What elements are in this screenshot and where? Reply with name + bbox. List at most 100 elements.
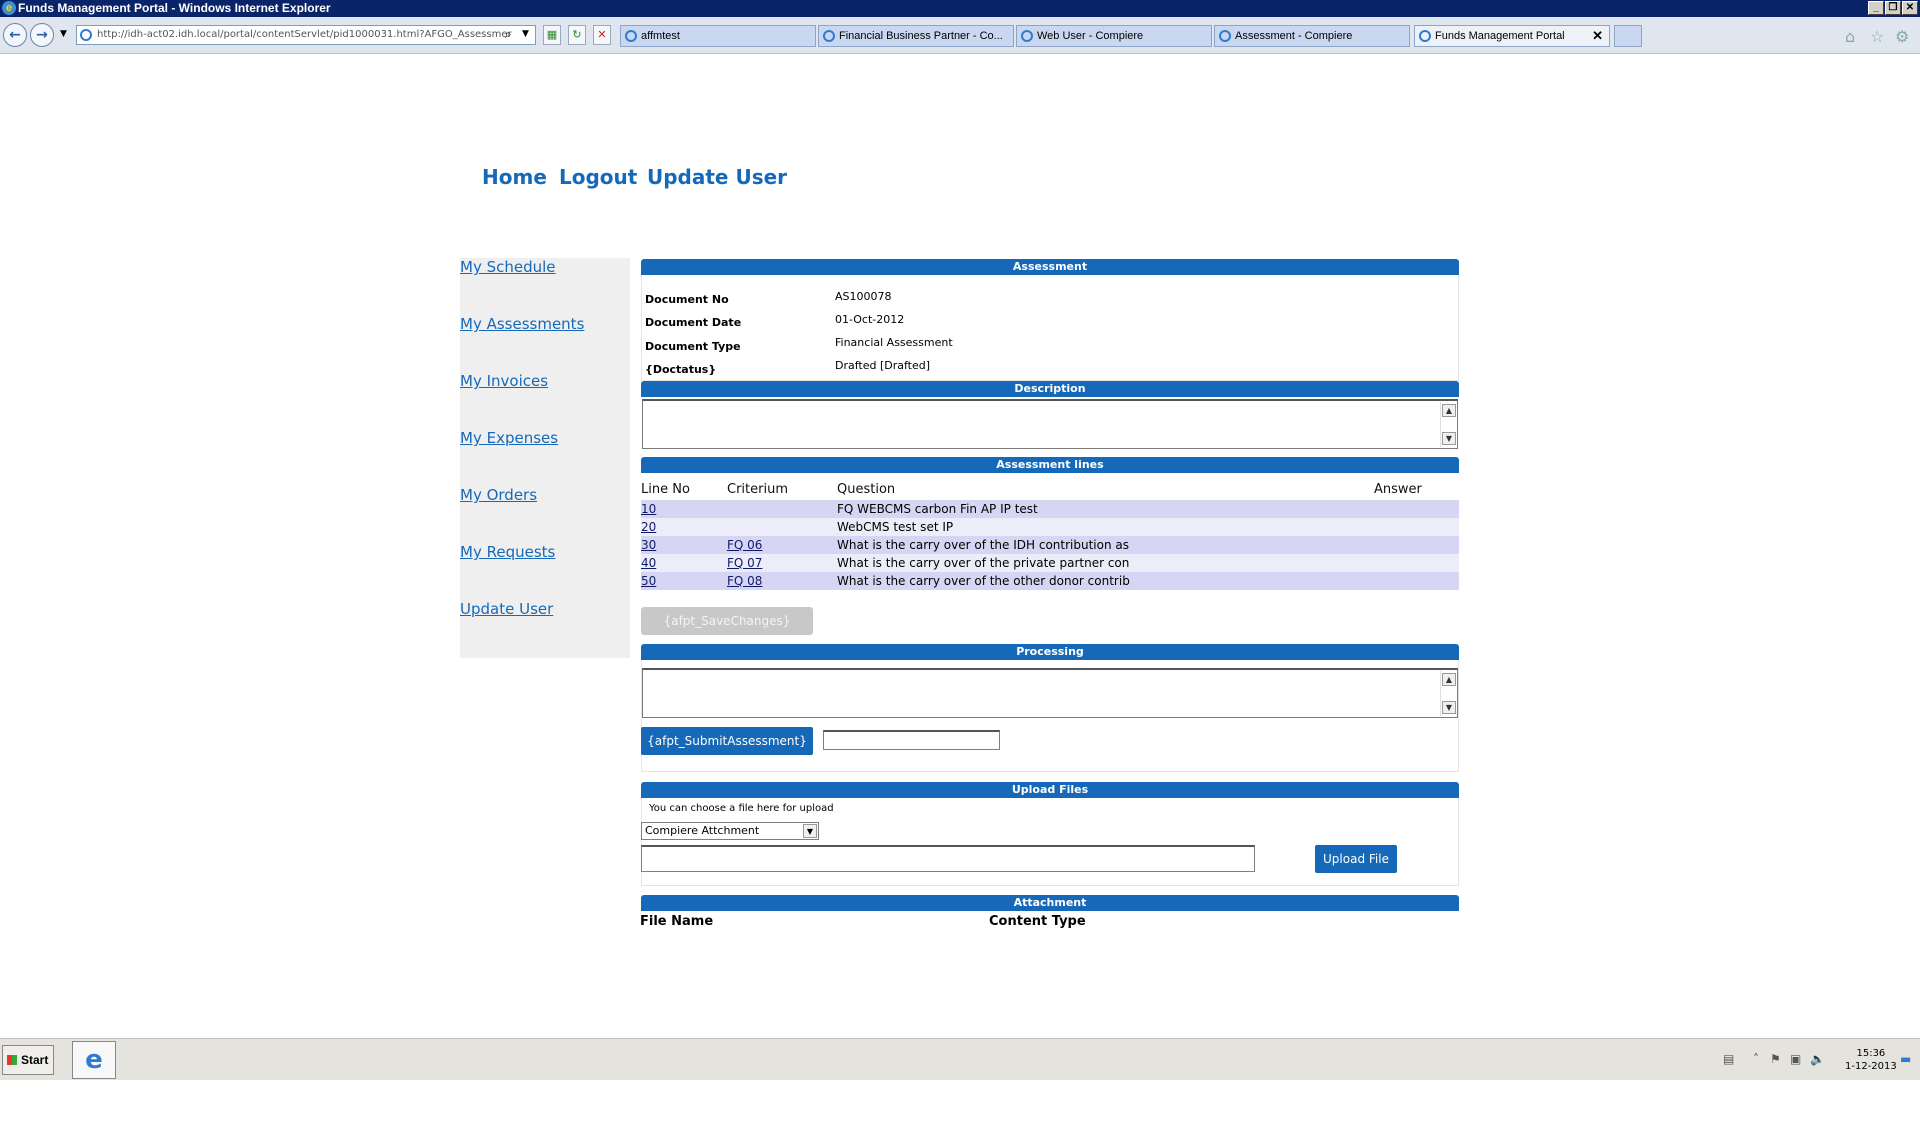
- browser-tab-affmtest[interactable]: affmtest: [620, 25, 816, 47]
- criterium-link[interactable]: FQ 08: [727, 572, 762, 590]
- col-header-line-no: Line No: [641, 482, 690, 497]
- clock[interactable]: 15:36 1-12-2013: [1845, 1047, 1897, 1073]
- windows-logo-icon: [7, 1055, 17, 1065]
- browser-tab-funds-management[interactable]: Funds Management Portal ✕: [1414, 25, 1610, 47]
- history-dropdown-icon[interactable]: ▼: [60, 29, 67, 39]
- field-value-document-date: 01-Oct-2012: [835, 313, 905, 326]
- tab-page-icon: [823, 30, 835, 42]
- scroll-down-icon[interactable]: ▼: [1442, 701, 1456, 714]
- nav-home[interactable]: Home: [482, 165, 547, 189]
- attachment-header: Attachment: [641, 895, 1459, 911]
- nav-update-user[interactable]: Update User: [647, 165, 787, 189]
- start-button[interactable]: Start: [2, 1045, 54, 1075]
- submit-assessment-button[interactable]: {afpt_SubmitAssessment}: [641, 727, 813, 755]
- question-text: FQ WEBCMS carbon Fin AP IP test: [837, 502, 1038, 516]
- table-row: 10 FQ WEBCMS carbon Fin AP IP test: [641, 500, 1459, 518]
- address-bar[interactable]: http://idh-act02.idh.local/portal/conten…: [76, 25, 536, 45]
- address-dropdown-icon[interactable]: ▼: [522, 29, 529, 39]
- line-no-link[interactable]: 20: [641, 518, 656, 536]
- tab-page-icon: [1419, 30, 1431, 42]
- file-path-input[interactable]: [641, 845, 1255, 872]
- close-window-icon[interactable]: ✕: [1902, 1, 1918, 15]
- tab-page-icon: [1219, 30, 1231, 42]
- line-no-link[interactable]: 50: [641, 572, 656, 590]
- field-label-document-type: Document Type: [645, 340, 741, 353]
- browser-tab-assessment[interactable]: Assessment - Compiere: [1214, 25, 1410, 47]
- action-center-flag-icon[interactable]: ⚑: [1770, 1052, 1781, 1066]
- assessment-lines-header: Assessment lines: [641, 457, 1459, 473]
- tools-gear-icon[interactable]: ⚙: [1895, 27, 1909, 46]
- taskbar: Start e ▤ ˄ ⚑ ▣ 🔈 15:36 1-12-2013 ▬: [0, 1038, 1920, 1080]
- home-icon[interactable]: ⌂: [1845, 27, 1855, 46]
- browser-toolbar: ← → ▼ http://idh-act02.idh.local/portal/…: [0, 17, 1920, 54]
- chevron-down-icon[interactable]: ▼: [803, 824, 817, 838]
- field-value-doc-status: Drafted [Drafted]: [835, 359, 931, 372]
- clock-date: 1-12-2013: [1845, 1061, 1897, 1072]
- line-no-link[interactable]: 30: [641, 536, 656, 554]
- tab-label: Web User - Compiere: [1037, 30, 1144, 42]
- processing-textarea[interactable]: ▲ ▼: [642, 668, 1458, 718]
- line-no-link[interactable]: 40: [641, 554, 656, 572]
- col-header-question: Question: [837, 482, 896, 497]
- line-no-link[interactable]: 10: [641, 500, 656, 518]
- sidebar-item-my-assessments[interactable]: My Assessments: [460, 315, 584, 333]
- criterium-link[interactable]: FQ 07: [727, 554, 762, 572]
- printer-icon[interactable]: ▤: [1723, 1052, 1734, 1066]
- sidebar-item-update-user[interactable]: Update User: [460, 600, 553, 618]
- field-label-doc-status: {Doctatus}: [645, 363, 717, 376]
- show-desktop-icon[interactable]: ▬: [1900, 1052, 1911, 1066]
- window-title: Funds Management Portal - Windows Intern…: [18, 1, 331, 15]
- save-changes-button[interactable]: {afpt_SaveChanges}: [641, 607, 813, 635]
- processing-scrollbar[interactable]: ▲ ▼: [1440, 671, 1456, 716]
- table-row: 20 WebCMS test set IP: [641, 518, 1459, 536]
- question-text: WebCMS test set IP: [837, 520, 954, 534]
- minimize-icon[interactable]: _: [1868, 1, 1884, 15]
- sidebar-item-my-orders[interactable]: My Orders: [460, 486, 537, 504]
- stop-icon[interactable]: ✕: [593, 25, 611, 45]
- sidebar: My Schedule My Assessments My Invoices M…: [460, 258, 630, 658]
- description-textarea[interactable]: ▲ ▼: [642, 399, 1458, 449]
- table-row: 50 FQ 08 What is the carry over of the o…: [641, 572, 1459, 590]
- scroll-up-icon[interactable]: ▲: [1442, 673, 1456, 686]
- processing-input[interactable]: [823, 730, 1000, 750]
- search-icon[interactable]: ⌕: [505, 27, 512, 42]
- new-tab-button[interactable]: [1614, 25, 1642, 47]
- description-header: Description: [641, 381, 1459, 397]
- attachment-type-select[interactable]: Compiere Attchment ▼: [641, 822, 819, 840]
- description-scrollbar[interactable]: ▲ ▼: [1440, 402, 1456, 447]
- col-header-content-type: Content Type: [989, 914, 1086, 929]
- question-text: What is the carry over of the other dono…: [837, 574, 1130, 588]
- browser-tab-financial-business-partner[interactable]: Financial Business Partner - Co...: [818, 25, 1014, 47]
- compat-view-icon[interactable]: ▦: [543, 25, 561, 45]
- question-text: What is the carry over of the private pa…: [837, 556, 1130, 570]
- tab-label: Funds Management Portal: [1435, 30, 1565, 42]
- sidebar-item-my-schedule[interactable]: My Schedule: [460, 258, 556, 276]
- tab-page-icon: [1021, 30, 1033, 42]
- address-text: http://idh-act02.idh.local/portal/conten…: [97, 29, 512, 40]
- scroll-up-icon[interactable]: ▲: [1442, 404, 1456, 417]
- assessment-panel: [641, 275, 1459, 381]
- upload-file-button[interactable]: Upload File: [1315, 845, 1397, 873]
- criterium-link[interactable]: FQ 06: [727, 536, 762, 554]
- favorites-icon[interactable]: ☆: [1870, 27, 1884, 46]
- clock-time: 15:36: [1856, 1048, 1886, 1059]
- tab-label: affmtest: [641, 30, 680, 42]
- sidebar-item-my-expenses[interactable]: My Expenses: [460, 429, 558, 447]
- question-text: What is the carry over of the IDH contri…: [837, 538, 1130, 552]
- taskbar-ie-icon[interactable]: e: [72, 1041, 116, 1079]
- browser-tab-web-user[interactable]: Web User - Compiere: [1016, 25, 1212, 47]
- sidebar-item-my-requests[interactable]: My Requests: [460, 543, 555, 561]
- scroll-down-icon[interactable]: ▼: [1442, 432, 1456, 445]
- sidebar-item-my-invoices[interactable]: My Invoices: [460, 372, 548, 390]
- back-button[interactable]: ←: [3, 23, 27, 47]
- nav-logout[interactable]: Logout: [559, 165, 637, 189]
- refresh-icon[interactable]: ↻: [568, 25, 586, 45]
- tab-close-icon[interactable]: ✕: [1592, 26, 1603, 46]
- field-value-document-type: Financial Assessment: [835, 336, 953, 349]
- restore-icon[interactable]: ❐: [1885, 1, 1901, 15]
- col-header-criterium: Criterium: [727, 482, 788, 497]
- forward-button[interactable]: →: [30, 23, 54, 47]
- network-icon[interactable]: ▣: [1790, 1052, 1801, 1066]
- show-hidden-icons-icon[interactable]: ˄: [1753, 1052, 1759, 1066]
- volume-icon[interactable]: 🔈: [1810, 1052, 1825, 1066]
